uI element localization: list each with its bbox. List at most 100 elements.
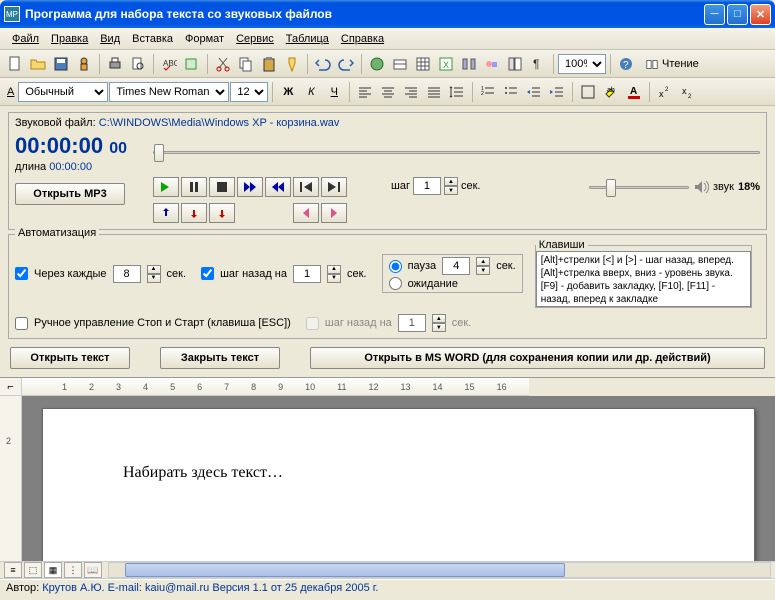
size-combo[interactable]: 12 — [230, 82, 268, 102]
prev-mark-button[interactable] — [293, 177, 319, 197]
pause-button[interactable] — [181, 177, 207, 197]
close-text-button[interactable]: Закрыть текст — [160, 347, 280, 369]
columns-icon[interactable] — [458, 53, 480, 75]
subscript-icon[interactable]: x2 — [677, 81, 699, 103]
view-outline[interactable]: ⋮ — [64, 562, 82, 578]
outdent-icon[interactable] — [523, 81, 545, 103]
maximize-button[interactable]: □ — [727, 4, 748, 25]
highlight-icon[interactable]: ab — [600, 81, 622, 103]
reading-button[interactable]: Чтение — [638, 53, 706, 75]
zoom-combo[interactable]: 100% — [558, 54, 606, 74]
align-left-icon[interactable] — [354, 81, 376, 103]
style-combo[interactable]: Обычный — [18, 82, 108, 102]
font-color-icon[interactable]: А — [623, 81, 645, 103]
menu-table[interactable]: Таблица — [280, 31, 335, 47]
print-icon[interactable] — [104, 53, 126, 75]
pause-down[interactable]: ▼ — [476, 266, 490, 275]
view-reading[interactable]: 📖 — [84, 562, 102, 578]
menu-format[interactable]: Формат — [179, 31, 230, 47]
align-center-icon[interactable] — [377, 81, 399, 103]
bullets-icon[interactable] — [500, 81, 522, 103]
format-painter-icon[interactable] — [281, 53, 303, 75]
ruler-horizontal[interactable]: 12345678910111213141516 — [22, 378, 529, 396]
copy-icon[interactable] — [235, 53, 257, 75]
volume-slider[interactable] — [589, 177, 689, 197]
menu-insert[interactable]: Вставка — [126, 31, 179, 47]
close-button[interactable]: ✕ — [750, 4, 771, 25]
open-word-button[interactable]: Открыть в MS WORD (для сохранения копии … — [310, 347, 765, 369]
pause-input[interactable] — [442, 257, 470, 275]
position-slider[interactable] — [153, 142, 760, 162]
undo-icon[interactable] — [312, 53, 334, 75]
play-button[interactable] — [153, 177, 179, 197]
open-icon[interactable] — [27, 53, 49, 75]
stepback-checkbox[interactable] — [201, 267, 214, 280]
step-down[interactable]: ▼ — [444, 186, 458, 195]
italic-icon[interactable]: К — [300, 81, 322, 103]
every-checkbox[interactable] — [15, 267, 28, 280]
every-up[interactable]: ▲ — [147, 265, 161, 274]
open-mp3-button[interactable]: Открыть MP3 — [15, 183, 125, 205]
redo-icon[interactable] — [335, 53, 357, 75]
view-print[interactable]: ▦ — [44, 562, 62, 578]
excel-icon[interactable]: X — [435, 53, 457, 75]
view-normal[interactable]: ≡ — [4, 562, 22, 578]
every-down[interactable]: ▼ — [147, 274, 161, 283]
minimize-button[interactable]: ─ — [704, 4, 725, 25]
menu-view[interactable]: Вид — [94, 31, 126, 47]
permissions-icon[interactable] — [73, 53, 95, 75]
paste-icon[interactable] — [258, 53, 280, 75]
del-red-mark-button[interactable] — [209, 203, 235, 223]
borders-icon[interactable] — [577, 81, 599, 103]
indent-icon[interactable] — [546, 81, 568, 103]
next-mark-button[interactable] — [321, 177, 347, 197]
document-scroll[interactable]: Набирать здесь текст… — [22, 396, 775, 561]
new-doc-icon[interactable] — [4, 53, 26, 75]
font-combo[interactable]: Times New Roman — [109, 82, 229, 102]
skip-back-button[interactable] — [265, 177, 291, 197]
stepback-up[interactable]: ▲ — [327, 265, 341, 274]
stepback-input[interactable] — [293, 265, 321, 283]
align-right-icon[interactable] — [400, 81, 422, 103]
pause-up[interactable]: ▲ — [476, 257, 490, 266]
tab-selector[interactable]: ⌐ — [0, 378, 22, 396]
ruler-vertical[interactable]: 2 — [0, 396, 22, 561]
tables-borders-icon[interactable] — [389, 53, 411, 75]
stepback-down[interactable]: ▼ — [327, 274, 341, 283]
underline-icon[interactable]: Ч — [323, 81, 345, 103]
document-page[interactable]: Набирать здесь текст… — [42, 408, 755, 561]
wait-radio[interactable] — [389, 277, 402, 290]
stop-button[interactable] — [209, 177, 235, 197]
every-input[interactable] — [113, 265, 141, 283]
menu-help[interactable]: Справка — [335, 31, 390, 47]
spellcheck-icon[interactable]: ABC — [158, 53, 180, 75]
preview-icon[interactable] — [127, 53, 149, 75]
show-marks-icon[interactable]: ¶ — [527, 53, 549, 75]
line-spacing-icon[interactable] — [446, 81, 468, 103]
view-web[interactable]: ⬚ — [24, 562, 42, 578]
align-justify-icon[interactable] — [423, 81, 445, 103]
superscript-icon[interactable]: x2 — [654, 81, 676, 103]
goto-next-mark-button[interactable] — [321, 203, 347, 223]
menu-edit[interactable]: Правка — [45, 31, 94, 47]
save-icon[interactable] — [50, 53, 72, 75]
research-icon[interactable] — [181, 53, 203, 75]
horizontal-scrollbar[interactable] — [108, 562, 771, 578]
pause-radio[interactable] — [389, 260, 402, 273]
skip-fwd-button[interactable] — [237, 177, 263, 197]
doc-map-icon[interactable] — [504, 53, 526, 75]
add-red-mark-button[interactable] — [181, 203, 207, 223]
help-icon[interactable]: ? — [615, 53, 637, 75]
open-text-button[interactable]: Открыть текст — [10, 347, 130, 369]
step-up[interactable]: ▲ — [444, 177, 458, 186]
step-input[interactable] — [413, 177, 441, 195]
insert-table-icon[interactable] — [412, 53, 434, 75]
drawing-icon[interactable] — [481, 53, 503, 75]
cut-icon[interactable] — [212, 53, 234, 75]
goto-prev-mark-button[interactable] — [293, 203, 319, 223]
numbering-icon[interactable]: 12 — [477, 81, 499, 103]
bold-icon[interactable]: Ж — [277, 81, 299, 103]
hyperlink-icon[interactable] — [366, 53, 388, 75]
menu-service[interactable]: Сервис — [230, 31, 280, 47]
manual-checkbox[interactable] — [15, 317, 28, 330]
